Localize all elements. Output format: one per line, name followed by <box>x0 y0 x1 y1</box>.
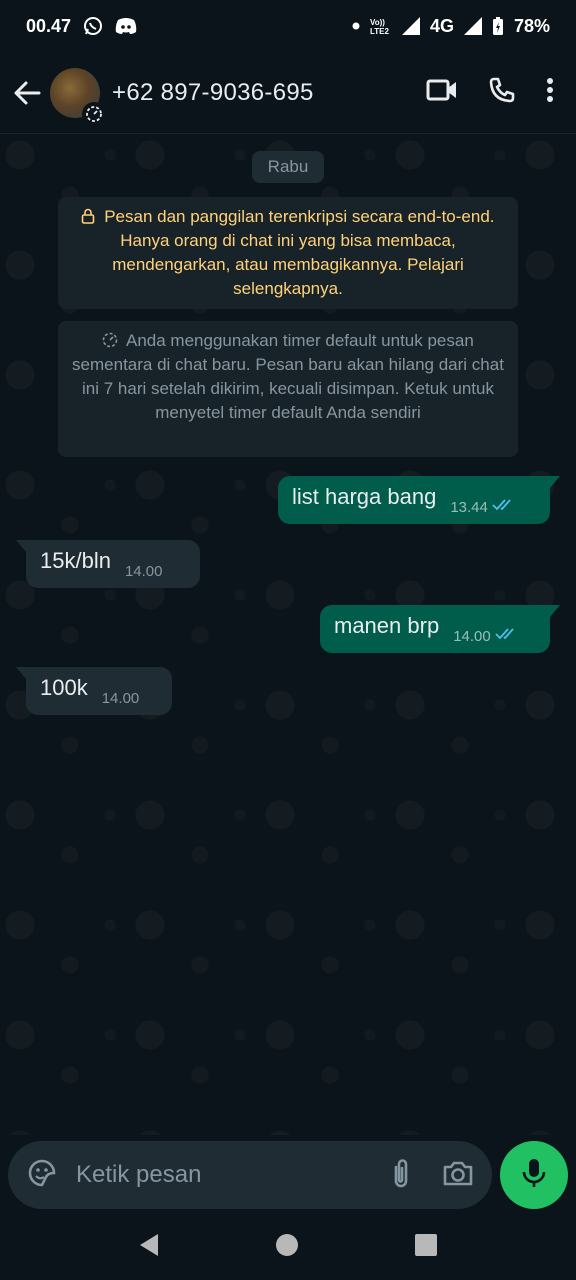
message-time: 14.00 <box>124 563 163 580</box>
avatar[interactable] <box>50 67 106 126</box>
date-chip: Rabu <box>252 151 324 183</box>
dot-indicator-icon <box>352 22 360 30</box>
lock-icon <box>81 207 104 226</box>
system-navigation-bar <box>0 1215 576 1280</box>
video-call-icon[interactable] <box>426 78 458 107</box>
battery-percent: 78% <box>513 15 550 36</box>
encryption-text: Pesan dan panggilan terenkripsi secara e… <box>104 207 495 298</box>
double-check-read-icon <box>492 498 516 516</box>
contact-name[interactable]: +62 897-9036-695 <box>112 79 314 107</box>
chat-area[interactable]: Rabu Pesan dan panggilan terenkripsi sec… <box>0 135 576 1135</box>
bubble-tail <box>16 667 26 679</box>
whatsapp-notification-icon <box>83 16 103 36</box>
signal-icon <box>401 17 420 35</box>
message-bubble-outgoing[interactable]: list harga bang 13.44 <box>278 476 560 524</box>
status-time: 00.47 <box>26 15 72 36</box>
timer-text: Anda menggunakan timer default untuk pes… <box>72 331 504 422</box>
volte-icon: Vo)) LTE2 <box>370 16 392 36</box>
bubble-tail <box>16 540 26 552</box>
svg-text:LTE2: LTE2 <box>370 27 390 36</box>
bubble-tail <box>550 476 560 488</box>
message-composer[interactable]: Ketik pesan <box>8 1141 492 1209</box>
message-text: list harga bang <box>292 484 437 509</box>
battery-charging-icon <box>492 16 504 36</box>
message-text: manen brp <box>334 613 440 638</box>
voice-record-button[interactable] <box>500 1141 568 1209</box>
disappearing-timer-icon <box>82 101 106 126</box>
message-text: 100k <box>40 675 88 700</box>
status-bar: 00.47 Vo)) LTE2 4G 78% <box>0 0 576 52</box>
back-arrow-icon[interactable] <box>4 70 50 116</box>
more-vert-icon[interactable] <box>546 77 554 108</box>
signal-icon-2 <box>463 17 482 35</box>
microphone-icon <box>521 1157 547 1194</box>
nav-home-icon[interactable] <box>275 1233 299 1262</box>
message-input[interactable]: Ketik pesan <box>76 1161 390 1189</box>
encryption-notice[interactable]: Pesan dan panggilan terenkripsi secara e… <box>58 197 518 309</box>
bubble-tail <box>550 605 560 617</box>
message-time: 14.00 <box>453 627 519 645</box>
nav-recents-icon[interactable] <box>414 1233 438 1262</box>
message-bubble-incoming[interactable]: 100k 14.00 <box>16 667 172 715</box>
timer-icon <box>102 331 126 350</box>
message-time: 14.00 <box>101 690 140 707</box>
svg-text:Vo)): Vo)) <box>370 18 385 27</box>
message-time: 13.44 <box>450 498 516 516</box>
sticker-emoji-icon[interactable] <box>26 1157 58 1194</box>
message-text: 15k/bln <box>40 548 111 573</box>
network-type: 4G <box>429 15 454 36</box>
double-check-read-icon <box>495 627 519 645</box>
camera-icon[interactable] <box>442 1159 474 1192</box>
voice-call-icon[interactable] <box>488 76 516 109</box>
timer-notice[interactable]: Anda menggunakan timer default untuk pes… <box>58 321 518 457</box>
message-bubble-outgoing[interactable]: manen brp 14.00 <box>320 605 560 653</box>
nav-back-icon[interactable] <box>138 1233 160 1262</box>
attach-paperclip-icon[interactable] <box>390 1157 412 1194</box>
message-bubble-incoming[interactable]: 15k/bln 14.00 <box>16 540 200 588</box>
discord-notification-icon <box>115 17 137 35</box>
chat-header: +62 897-9036-695 <box>0 52 576 134</box>
